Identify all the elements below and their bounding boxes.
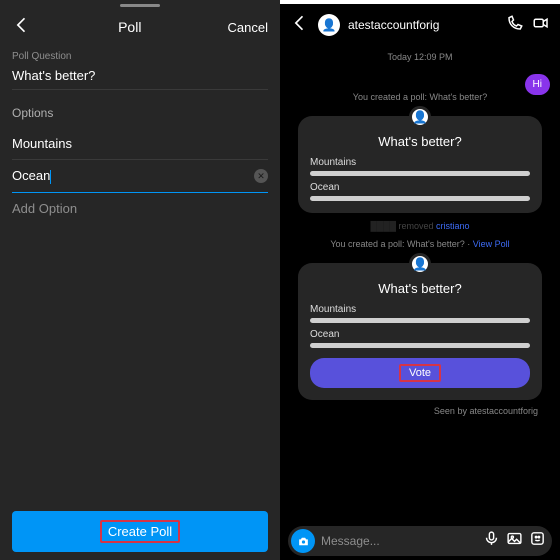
poll-card-2-title: What's better? <box>310 281 530 296</box>
seen-by-text: Seen by atestaccountforig <box>290 406 538 416</box>
sent-message-bubble[interactable]: Hi <box>525 74 550 95</box>
poll-card-1-option-1-label: Mountains <box>310 157 530 168</box>
chat-timestamp: Today 12:09 PM <box>290 52 550 62</box>
message-input[interactable]: Message... <box>321 534 477 548</box>
cancel-button[interactable]: Cancel <box>228 20 268 35</box>
options-label: Options <box>12 106 268 120</box>
poll-card-1-option-2-label: Ocean <box>310 182 530 193</box>
poll-option-input-2[interactable]: Ocean ✕ <box>12 160 268 193</box>
poll-editor-body: Poll Question What's better? Options Mou… <box>0 51 280 224</box>
create-poll-highlight: Create Poll <box>100 520 180 543</box>
back-arrow-icon[interactable] <box>12 15 32 40</box>
poll-editor-screen: Poll Cancel Poll Question What's better?… <box>0 0 280 560</box>
poll-card-1-title: What's better? <box>310 134 530 149</box>
gallery-icon[interactable] <box>506 530 523 552</box>
poll-card-2-option-2-label: Ocean <box>310 329 530 340</box>
mic-icon[interactable] <box>483 530 500 552</box>
chat-header-username[interactable]: atestaccountforig <box>348 18 498 32</box>
clear-option-icon[interactable]: ✕ <box>254 169 268 183</box>
create-poll-button[interactable]: Create Poll <box>12 511 268 552</box>
chat-header-avatar[interactable]: 👤 <box>318 14 340 36</box>
system-text-removed: ████ removed cristiano <box>290 221 550 231</box>
system-text-created-poll-1: You created a poll: What's better? <box>290 92 550 102</box>
add-option-button[interactable]: Add Option <box>12 193 268 224</box>
poll-question-input[interactable]: What's better? <box>12 62 268 90</box>
removed-user-link[interactable]: cristiano <box>436 221 470 231</box>
video-call-icon[interactable] <box>532 14 550 37</box>
poll-card-2-option-1-bar[interactable] <box>310 318 530 323</box>
poll-question-label: Poll Question <box>12 51 268 62</box>
poll-card-2[interactable]: 👤 What's better? Mountains Ocean Vote <box>298 263 542 400</box>
poll-card-2-option-2-bar[interactable] <box>310 343 530 348</box>
poll-card-2-option-1-label: Mountains <box>310 304 530 315</box>
vote-button-highlight: Vote <box>399 364 441 382</box>
poll-option-input-1[interactable]: Mountains <box>12 128 268 160</box>
chat-thread-screen: 👤 atestaccountforig Today 12:09 PM Hi Yo… <box>280 0 560 560</box>
back-arrow-icon[interactable] <box>290 13 310 38</box>
message-composer: Message... <box>280 522 560 560</box>
poll-editor-header: Poll Cancel <box>0 7 280 47</box>
vote-button[interactable]: Vote <box>310 358 530 388</box>
sticker-icon[interactable] <box>529 530 546 552</box>
poll-option-1-text: Mountains <box>12 136 72 151</box>
text-cursor <box>50 170 51 184</box>
chat-header: 👤 atestaccountforig <box>280 4 560 46</box>
poll-editor-title: Poll <box>118 19 141 35</box>
composer-inner: Message... <box>288 526 552 556</box>
system-text-created-poll-2: You created a poll: What's better? · Vie… <box>290 239 550 249</box>
poll-card-1-option-1-bar[interactable] <box>310 171 530 176</box>
poll-option-2-text: Ocean <box>12 168 51 184</box>
poll-creator-avatar: 👤 <box>409 253 431 275</box>
poll-card-1[interactable]: 👤 What's better? Mountains Ocean <box>298 116 542 213</box>
poll-creator-avatar: 👤 <box>409 106 431 128</box>
audio-call-icon[interactable] <box>506 14 524 37</box>
poll-card-1-option-2-bar[interactable] <box>310 196 530 201</box>
view-poll-link[interactable]: View Poll <box>473 239 510 249</box>
camera-button[interactable] <box>291 529 315 553</box>
chat-body: Today 12:09 PM Hi You created a poll: Wh… <box>280 46 560 522</box>
